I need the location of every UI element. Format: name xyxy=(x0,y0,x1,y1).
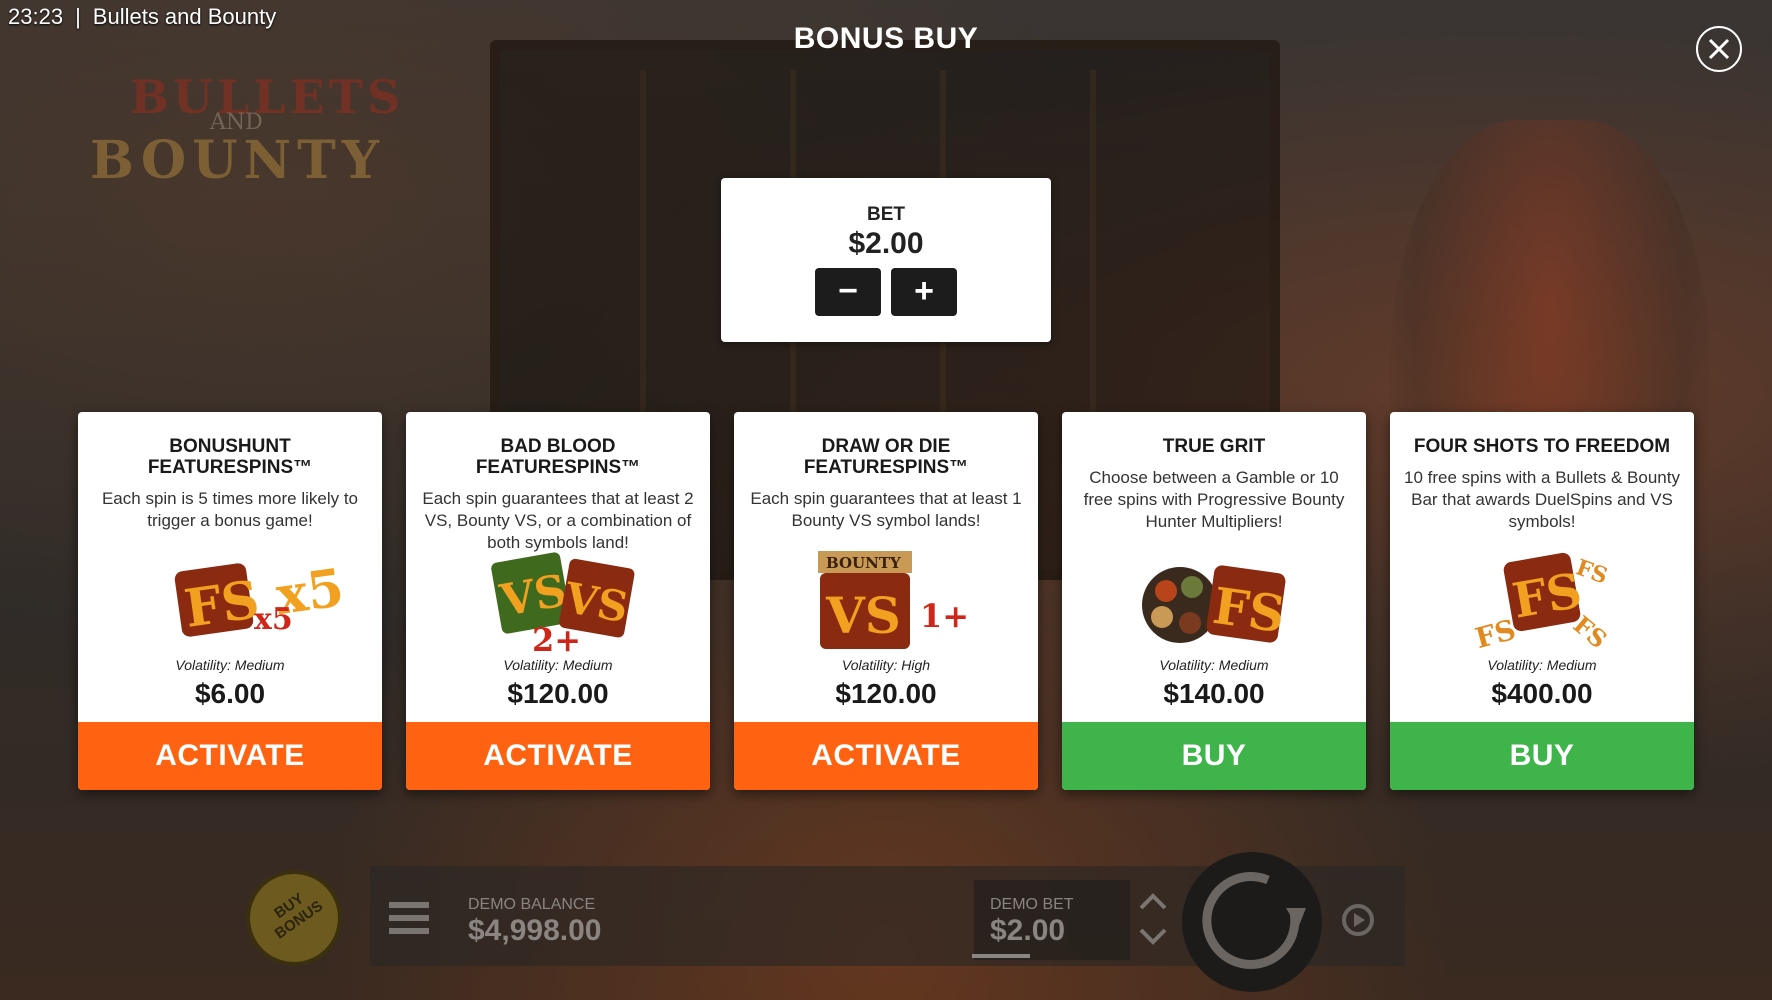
bet-adjust-arrows[interactable] xyxy=(1135,888,1171,955)
card-price: $120.00 xyxy=(507,678,609,709)
svg-text:VS: VS xyxy=(825,586,901,645)
card-title: TRUE GRIT xyxy=(1162,436,1266,457)
card-title: BONUSHUNT FEATURESPINS™ xyxy=(147,436,313,478)
buy-button[interactable]: BUY xyxy=(1390,722,1694,790)
svg-text:FS: FS xyxy=(1209,576,1288,644)
demo-balance-value: $4,998.00 xyxy=(468,914,602,947)
demo-bet-underline xyxy=(972,954,1030,958)
card-volatility: Volatility: Medium xyxy=(503,657,613,673)
card-description: Each spin guarantees that at least 2 VS,… xyxy=(422,489,694,552)
buy-bonus-button[interactable]: BUY BONUS xyxy=(246,870,342,966)
card-volatility: Volatility: Medium xyxy=(1487,657,1597,673)
activate-button[interactable]: ACTIVATE xyxy=(406,722,710,790)
card-volatility: Volatility: High xyxy=(841,657,931,673)
bonus-card-bad-blood: BAD BLOOD FEATURESPINS™ Each spin guaran… xyxy=(406,412,710,790)
card-description: Each spin guarantees that at least 1 Bou… xyxy=(750,489,1022,530)
svg-text:2+: 2+ xyxy=(532,621,581,657)
svg-text:x5: x5 xyxy=(254,602,293,637)
svg-text:FS: FS xyxy=(1472,613,1519,655)
card-title: DRAW OR DIE FEATURESPINS™ xyxy=(803,436,969,478)
card-price: $400.00 xyxy=(1491,678,1593,709)
spin-icon xyxy=(1202,872,1306,969)
close-icon xyxy=(1708,38,1730,60)
buy-button[interactable]: BUY xyxy=(1062,722,1366,790)
bet-value: $2.00 xyxy=(848,227,924,260)
card-price: $6.00 xyxy=(194,678,266,709)
fs-stack-symbol: FS FS FS FS xyxy=(1390,547,1694,657)
bet-increase-button[interactable]: + xyxy=(891,268,957,316)
card-description: 10 free spins with a Bullets & Bounty Ba… xyxy=(1404,468,1680,531)
svg-text:1+: 1+ xyxy=(920,597,969,635)
activate-button[interactable]: ACTIVATE xyxy=(78,722,382,790)
spin-button[interactable] xyxy=(1182,852,1322,992)
close-button[interactable] xyxy=(1696,26,1742,72)
svg-text:BOUNTY: BOUNTY xyxy=(826,554,901,572)
page-title: BONUS BUY xyxy=(793,22,979,55)
demo-bet-label: DEMO BET xyxy=(990,896,1074,913)
card-price: $140.00 xyxy=(1163,678,1265,709)
demo-bet-value: $2.00 xyxy=(990,914,1066,947)
bonus-card-bonushunt: BONUSHUNT FEATURESPINS™ Each spin is 5 t… xyxy=(78,412,382,790)
fs-x5-symbol: FS x5 x5 xyxy=(78,547,382,657)
activate-button[interactable]: ACTIVATE xyxy=(734,722,1038,790)
bonus-card-draw-or-die: DRAW OR DIE FEATURESPINS™ Each spin guar… xyxy=(734,412,1038,790)
multiplier-fs-symbol: FS xyxy=(1062,547,1366,657)
bet-panel: BET $2.00 − + xyxy=(721,178,1051,342)
vs-2plus-symbol: VS VS 2+ xyxy=(406,547,710,659)
card-volatility: Volatility: Medium xyxy=(175,657,285,673)
autoplay-icon[interactable] xyxy=(1338,900,1378,945)
menu-icon[interactable] xyxy=(389,900,429,941)
bet-label: BET xyxy=(867,204,905,225)
bonus-card-true-grit: TRUE GRIT Choose between a Gamble or 10 … xyxy=(1062,412,1366,790)
demo-balance-label: DEMO BALANCE xyxy=(468,896,596,913)
card-price: $120.00 xyxy=(835,678,937,709)
card-volatility: Volatility: Medium xyxy=(1159,657,1269,673)
card-description: Each spin is 5 times more likely to trig… xyxy=(101,489,359,530)
card-title: FOUR SHOTS TO FREEDOM xyxy=(1413,436,1671,457)
card-description: Choose between a Gamble or 10 free spins… xyxy=(1083,468,1345,531)
bounty-vs-1plus-symbol: BOUNTY VS 1+ xyxy=(734,547,1038,657)
card-title: BAD BLOOD FEATURESPINS™ xyxy=(475,436,641,478)
bonus-card-four-shots: FOUR SHOTS TO FREEDOM 10 free spins with… xyxy=(1390,412,1694,790)
bet-decrease-button[interactable]: − xyxy=(815,268,881,316)
game-logo: BULLETS AND BOUNTY xyxy=(90,70,405,191)
